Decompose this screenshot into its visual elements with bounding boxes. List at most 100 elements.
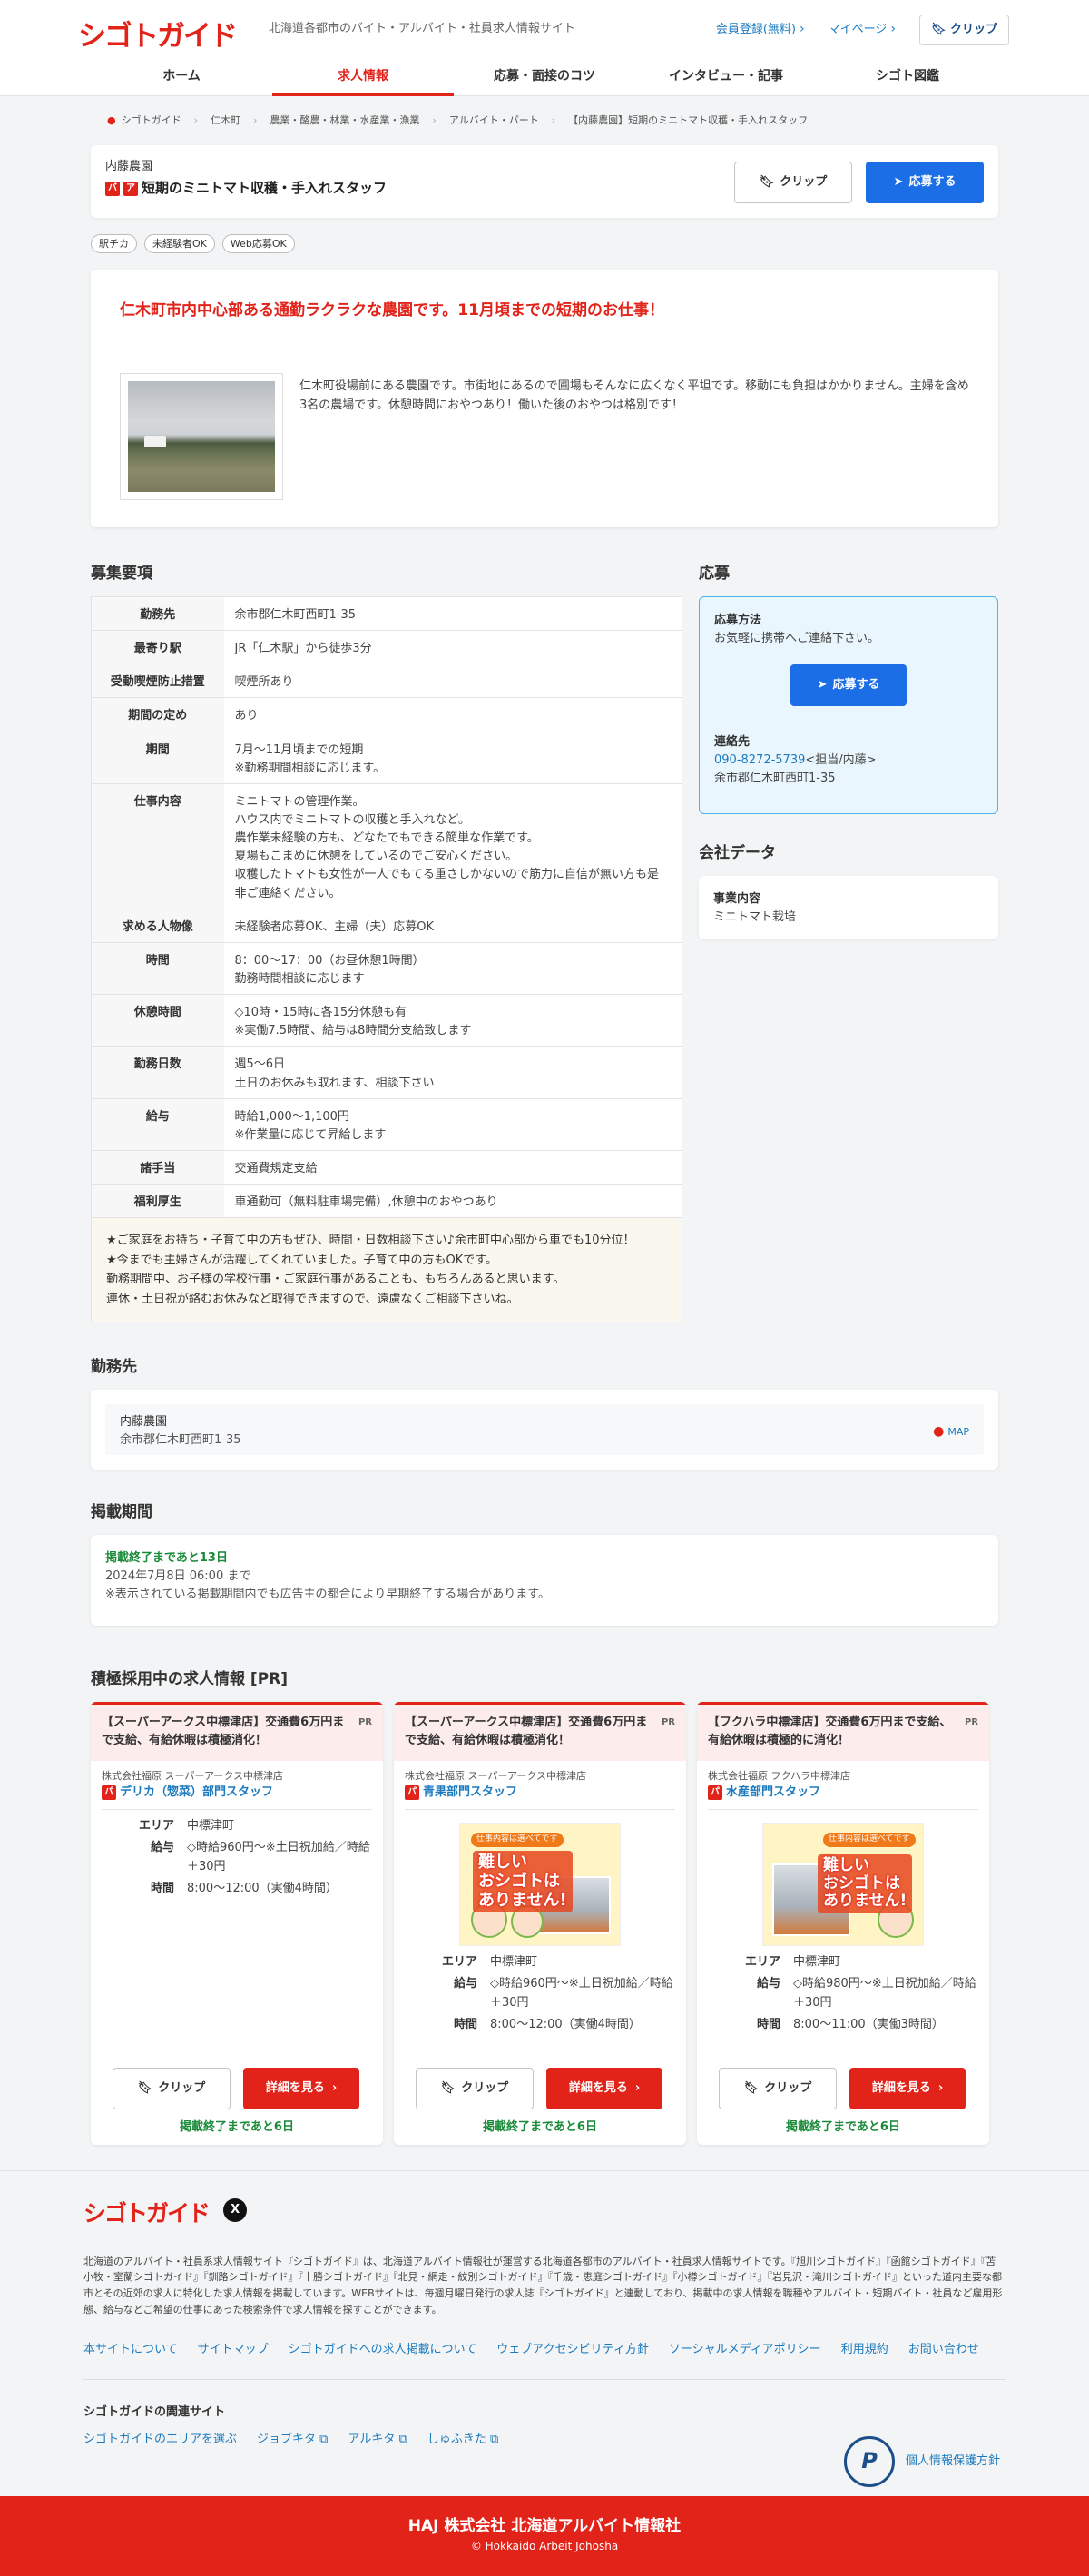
footer-link[interactable]: 本サイトについて [83,2341,178,2359]
bookmark-icon: 🔖︎ [137,2080,153,2095]
job-intro: 仁木町市内中心部ある通勤ラクラクな農園です。11月頃までの短期のお仕事！ 仁木町… [91,270,998,528]
external-link-icon: ⧉ [319,2433,329,2447]
arbeit-badge: ア [123,181,138,196]
pr-detail-label: 詳細を見る [265,2080,325,2095]
footer-link[interactable]: シゴトガイドへの求人掲載について [289,2341,477,2359]
requirement-value: 8：00〜17：00（お昼休憩1時間） 勤務時間相談に応じます [223,942,682,996]
requirement-value: ◇10時・15時に各15分休憩も有 ※実働7.5時間、給与は8時間分支給致します [223,994,682,1047]
requirement-label: 勤務先 [91,596,224,632]
chevron-right-icon: › [937,2080,944,2095]
privacy-link[interactable]: P 個人情報保護方針 [843,2436,1000,2488]
intro-title: 仁木町市内中心部ある通勤ラクラクな農園です。11月頃までの短期のお仕事！ [120,301,664,320]
pr-pay: ◇時給960円〜※土日祝加給／時給＋30円 [490,1977,673,2010]
privacy-mark-icon: P [843,2436,895,2488]
apply-method-text: お気軽に携帯へご連絡下さい。 [714,632,880,646]
mypage-link[interactable]: マイページ › [829,20,896,40]
requirement-label: 受動喫煙防止措置 [91,664,224,699]
pr-clip-label: クリップ [461,2080,509,2095]
pr-time: 8:00〜12:00（実働4時間） [490,2017,641,2031]
pr-clip-button[interactable]: 🔖︎ クリップ [113,2068,231,2110]
nav-jobs[interactable]: 求人情報 [272,60,454,96]
clip-button[interactable]: 🔖︎ クリップ [734,162,852,203]
pr-detail-label: 詳細を見る [568,2080,628,2095]
footer-link[interactable]: ウェブアクセシビリティ方針 [496,2341,649,2359]
company-name: 内藤農園 [105,160,153,173]
nav-interviews[interactable]: インタビュー・記事 [635,60,817,96]
footer-link[interactable]: ソーシャルメディアポリシー [669,2341,821,2359]
requirement-label: 求める人物像 [91,909,224,943]
pr-area-key: エリア [441,1955,477,1970]
company-data-box: 事業内容 ミニトマト栽培 [699,876,998,940]
location-address: 余市郡仁木町西町1-35 [120,1433,241,1448]
pr-card[interactable]: 【フクハラ中標津店】交通費6万円まで支給、有給休暇は積極的に消化！ PR 株式会社福… [697,1702,989,2146]
pr-card-header: 【フクハラ中標津店】交通費6万円まで支給、有給休暇は積極的に消化！ PR [697,1705,989,1762]
requirements-title: 募集要項 [91,565,152,584]
requirement-value: 時給1,000〜1,100円 ※作業量に応じて昇給します [223,1098,682,1152]
illustration-banner: 仕事内容は選べてです [823,1833,916,1848]
nav-encyclopedia[interactable]: シゴト図鑑 [817,60,998,96]
related-link[interactable]: しゅふきた ⧉ [427,2431,498,2449]
x-icon[interactable]: X [223,2198,248,2223]
requirement-row: 休憩時間 ◇10時・15時に各15分休憩も有 ※実働7.5時間、給与は8時間分支給… [91,994,682,1047]
breadcrumb-item[interactable]: 農業・酪農・林業・水産業・漁業 [270,113,419,128]
pr-job-title[interactable]: パ青果部門スタッフ [394,1784,686,1802]
chevron-right-icon: › [331,2080,338,2095]
pr-detail-button[interactable]: 詳細を見る › [849,2068,966,2110]
requirement-row: 受動喫煙防止措置 喫煙所あり [91,664,682,699]
apply-button[interactable]: ➤ 応募する [866,162,984,203]
pr-card[interactable]: 【スーパーアークス中標津店】交通費6万円まで支給、有給休暇は積極消化！ PR 株式会… [394,1702,686,2146]
copyright: © Hokkaido Arbeit Johosha [470,2540,619,2553]
breadcrumb-item[interactable]: シゴトガイド [122,113,182,128]
location-name: 内藤農園 [120,1415,168,1430]
site-logo[interactable]: シゴトガイド [78,15,238,58]
footer-links: 本サイトについて サイトマップ シゴトガイドへの求人掲載について ウェブアクセシ… [83,2341,1006,2381]
breadcrumb-current: 【内藤農園】短期のミニトマト収穫・手入れスタッフ [568,114,809,127]
home-icon: ● [107,114,116,127]
pr-clip-button[interactable]: 🔖︎ クリップ [416,2068,534,2110]
external-link-icon: ⧉ [398,2433,407,2447]
pr-detail-button[interactable]: 詳細を見る › [546,2068,662,2110]
pr-pay: ◇時給960円〜※土日祝加給／時給＋30円 [187,1841,370,1873]
requirement-value: JR「仁木駅」から徒歩3分 [223,630,682,665]
pr-detail-button[interactable]: 詳細を見る › [243,2068,359,2110]
requirement-row: 勤務先 余市郡仁木町西町1-35 [91,596,682,632]
related-link[interactable]: アルキタ ⧉ [348,2431,407,2449]
map-link[interactable]: ● MAP [933,1422,969,1442]
header-clip-button[interactable]: 🔖︎ クリップ [918,15,1009,46]
contact-phone[interactable]: 090-8272-5739 [714,753,805,767]
pr-tag: PR [358,1717,372,1728]
feature-tag: Web応募OK [221,234,295,254]
breadcrumb-item[interactable]: 仁木町 [211,113,240,128]
footer-link[interactable]: 利用規約 [841,2341,888,2359]
breadcrumb-item[interactable]: アルバイト・パート [449,113,539,128]
company-data-title: 会社データ [699,844,776,863]
pr-clip-button[interactable]: 🔖︎ クリップ [719,2068,837,2110]
apply-box-button[interactable]: ➤ 応募する [790,664,907,707]
pr-job-title-text: デリカ（惣菜）部門スタッフ [120,1785,274,1800]
requirement-value: 交通費規定支給 [223,1150,682,1185]
pr-card[interactable]: 【スーパーアークス中標津店】交通費6万円まで支給、有給休暇は積極消化！ PR 株式会… [91,1702,383,2146]
nav-tips[interactable]: 応募・面接のコツ [454,60,635,96]
job-title: バ ア 短期のミニトマト収穫・手入れスタッフ [105,178,387,199]
footer-logo[interactable]: シゴトガイド [83,2197,211,2232]
nav-home[interactable]: ホーム [91,60,272,96]
bookmark-icon: 🔖︎ [440,2080,456,2095]
footer-link[interactable]: サイトマップ [198,2341,269,2359]
related-link[interactable]: シゴトガイドのエリアを選ぶ [83,2431,237,2449]
register-link[interactable]: 会員登録(無料) › [716,20,805,40]
location-box: 内藤農園 余市郡仁木町西町1-35 ● MAP [91,1390,998,1470]
pr-pay: ◇時給980円〜※土日祝加給／時給＋30円 [793,1977,976,2010]
requirement-row: 求める人物像 未経験者応募OK、主婦（夫）応募OK [91,909,682,943]
pr-time: 8:00〜12:00（実働4時間） [187,1881,338,1895]
job-title-text: 短期のミニトマト収穫・手入れスタッフ [142,180,388,196]
bookmark-icon: 🔖︎ [759,174,775,189]
footer-link[interactable]: お問い合わせ [908,2341,979,2359]
pr-job-title[interactable]: パデリカ（惣菜）部門スタッフ [91,1784,383,1802]
period-remaining: 掲載終了まであと13日 [105,1551,228,1566]
feature-tag: 未経験者OK [144,234,215,254]
pr-area: 中標津町 [793,1955,841,1970]
pr-headline: 【スーパーアークス中標津店】交通費6万円まで支給、有給休暇は積極消化！ [405,1716,648,1748]
pr-area: 中標津町 [490,1955,538,1970]
pr-job-title[interactable]: パ水産部門スタッフ [697,1784,989,1802]
related-link[interactable]: ジョブキタ ⧉ [257,2431,328,2449]
